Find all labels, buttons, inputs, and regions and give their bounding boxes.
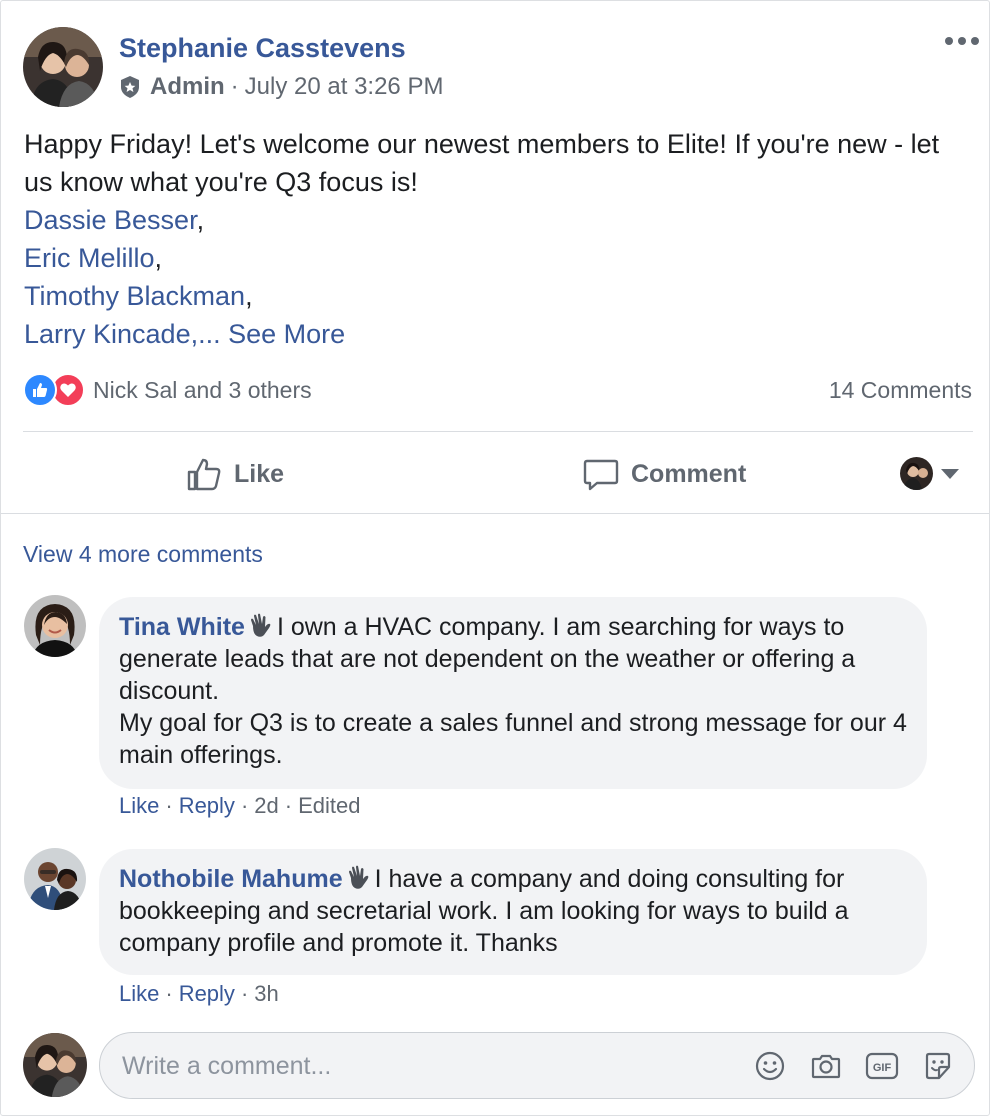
more-options-icon[interactable] (945, 31, 979, 51)
thumbs-up-icon (187, 458, 221, 491)
post-timestamp[interactable]: July 20 at 3:26 PM (245, 73, 444, 101)
comment-reply-link[interactable]: Reply (179, 793, 235, 818)
comment-like-link[interactable]: Like (119, 793, 159, 818)
author-name[interactable]: Stephanie Casstevens (119, 33, 406, 64)
comment-time[interactable]: 3h (254, 981, 278, 1006)
comment-composer[interactable]: GIF (99, 1032, 975, 1099)
mention-link[interactable]: Larry Kincade (24, 319, 191, 349)
role-badge: Admin (150, 73, 225, 100)
admin-shield-icon (121, 76, 139, 98)
commenter-avatar[interactable] (24, 595, 86, 657)
wave-hand-icon (348, 865, 368, 889)
view-more-comments-link[interactable]: View 4 more comments (23, 541, 263, 568)
meta-separator: · (230, 73, 239, 100)
comment-like-link[interactable]: Like (119, 981, 159, 1006)
reactions-summary[interactable]: Nick Sal and 3 others (23, 373, 312, 407)
camera-icon[interactable] (808, 1048, 844, 1084)
divider (23, 431, 973, 432)
mention-row: Larry Kincade,... See More (24, 319, 346, 349)
chevron-down-icon (941, 468, 959, 479)
composer-tools: GIF (732, 1048, 956, 1084)
comment-actions: Like · Reply · 2d · Edited (119, 793, 361, 818)
wave-hand-icon (250, 613, 271, 637)
comment-edited[interactable]: Edited (298, 793, 360, 818)
comment-actions: Like · Reply · 3h (119, 981, 279, 1006)
divider (1, 513, 989, 514)
post-text-line: Happy Friday! Let's welcome our newest m… (24, 129, 940, 197)
comment-author[interactable]: Tina White (119, 613, 245, 641)
like-reaction-icon (23, 373, 57, 407)
svg-text:GIF: GIF (873, 1062, 892, 1074)
comment-icon (583, 459, 619, 491)
reactions-names[interactable]: Nick Sal and 3 others (93, 377, 312, 404)
post-text: Happy Friday! Let's welcome our newest m… (24, 125, 974, 353)
mention-link[interactable]: Timothy Blackman (24, 281, 245, 311)
commenter-avatar[interactable] (24, 848, 86, 910)
comment-reply-link[interactable]: Reply (179, 981, 235, 1006)
mention-row: Timothy Blackman, (24, 281, 253, 311)
comment-button[interactable]: Comment (583, 453, 746, 495)
comment-author[interactable]: Nothobile Mahume (119, 865, 343, 893)
comment-text: My goal for Q3 is to create a sales funn… (119, 709, 907, 769)
comment-bubble: Tina White I own a HVAC company. I am sea… (99, 597, 927, 789)
comments-count[interactable]: 14 Comments (829, 377, 972, 404)
post-card: Stephanie Casstevens Admin · July 20 at … (0, 0, 990, 1116)
mention-link[interactable]: Dassie Besser (24, 205, 197, 235)
commenter-avatar (900, 457, 933, 490)
author-avatar[interactable] (23, 27, 103, 107)
current-user-avatar[interactable] (23, 1033, 87, 1097)
comment-bubble: Nothobile Mahume I have a company and doi… (99, 849, 927, 975)
gif-icon[interactable]: GIF (864, 1048, 900, 1084)
emoji-icon[interactable] (752, 1048, 788, 1084)
mention-row: Eric Melillo, (24, 243, 163, 273)
mention-row: Dassie Besser, (24, 205, 205, 235)
comment-input[interactable] (122, 1049, 722, 1083)
comment-time[interactable]: 2d (254, 793, 278, 818)
comment-label: Comment (631, 459, 747, 488)
mention-link[interactable]: Eric Melillo (24, 243, 155, 273)
see-more-link[interactable]: See More (228, 319, 345, 349)
post-meta: Admin · July 20 at 3:26 PM (119, 73, 443, 101)
comment-as-selector[interactable] (900, 457, 959, 490)
sticker-icon[interactable] (920, 1048, 956, 1084)
like-button[interactable]: Like (186, 453, 284, 495)
like-label: Like (234, 459, 285, 488)
